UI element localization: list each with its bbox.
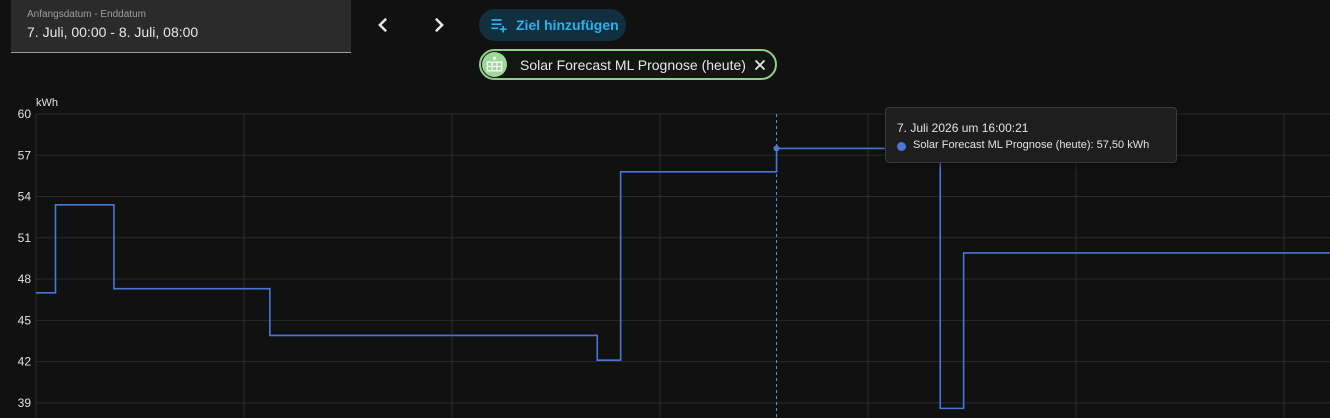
date-range-picker[interactable]: Anfangsdatum - Enddatum 7. Juli, 00:00 -… [11,0,351,53]
chart-tooltip: 7. Juli 2026 um 16:00:21 Solar Forecast … [885,107,1177,163]
y-tick-label: 42 [18,355,32,369]
y-tick-label: 54 [18,190,32,204]
chip-avatar [482,52,507,77]
date-range-value: 7. Juli, 00:00 - 8. Juli, 08:00 [27,24,199,40]
y-tick-label: 60 [18,107,32,121]
close-icon[interactable] [752,57,768,73]
entity-chip[interactable]: Solar Forecast ML Prognose (heute) [479,49,777,80]
hover-point [773,145,780,152]
y-tick-label: 48 [18,272,32,286]
chevron-right-icon [434,17,444,33]
y-tick-label: 57 [18,148,32,162]
y-tick-label: 45 [18,313,32,327]
y-tick-label: 39 [18,396,32,410]
add-target-button[interactable]: Ziel hinzufügen [479,9,626,41]
chevron-left-icon [378,17,388,33]
date-range-label: Anfangsdatum - Enddatum [27,9,146,20]
y-axis-label: kWh [36,97,58,109]
tooltip-series-marker [897,142,906,151]
tooltip-title: 7. Juli 2026 um 16:00:21 [897,121,1029,135]
tooltip-value: Solar Forecast ML Prognose (heute): 57,5… [913,139,1150,151]
series-line [36,147,1330,410]
chip-label: Solar Forecast ML Prognose (heute) [520,57,746,73]
previous-period-button[interactable] [368,10,398,40]
playlist-plus-icon [491,19,507,33]
y-tick-label: 51 [18,231,32,245]
next-period-button[interactable] [424,10,454,40]
solar-panel-icon [486,56,503,72]
add-target-label: Ziel hinzufügen [516,17,619,33]
y-axis-ticks: 60 57 54 51 48 45 42 39 [18,107,32,410]
